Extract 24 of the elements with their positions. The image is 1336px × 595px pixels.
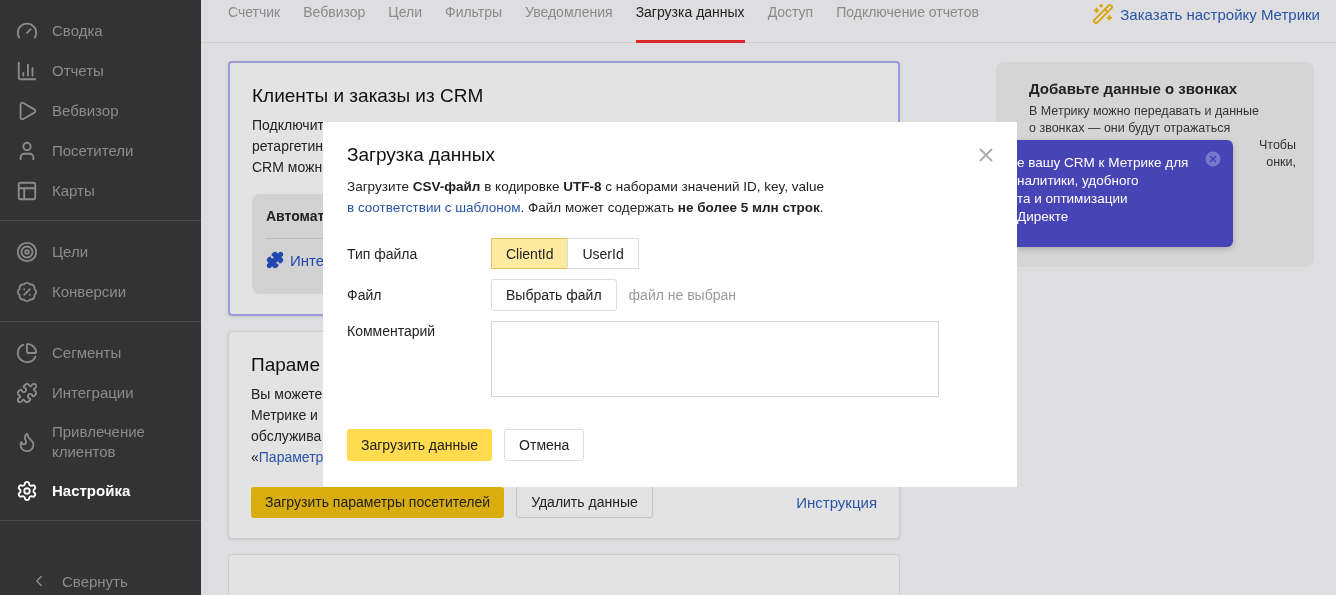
card-text: Чтобы [1259,137,1296,154]
dialog-title: Загрузка данных [347,144,495,166]
card-title: Параме [251,354,321,376]
card-title: Клиенты и заказы из CRM [252,85,485,107]
card-text: Подключит [252,116,324,135]
field-label: Файл [347,287,383,303]
card-text: обслужива [251,427,322,446]
dialog-description: Загрузите CSV-файл в кодировке UTF-8 с наборами значений ID, key, value в соответствии с шаблоном. Файл может содержать не более 5 млн строк. [347,178,826,217]
popover-text: Директе [1017,208,1069,226]
field-label: Комментарий [347,322,437,339]
card-text: Метрике и [251,406,318,425]
card-text: CRM можн [252,158,323,177]
popover-text: е вашу CRM к Метрике для [1017,154,1189,172]
card-text: В Метрику можно передавать и данные [1029,103,1260,120]
card-text: ретаргетин [252,137,324,156]
quote-mark: « [251,449,259,465]
card-text: о звонках — они будут отражаться [1029,120,1232,137]
popover-text: налитики, удобного [1017,172,1139,190]
popover-text: та и оптимизации [1017,190,1128,208]
card-title: Добавьте данные о звонках [1029,80,1239,97]
file-status: файл не выбран [628,287,736,303]
card-text: онки, [1266,154,1296,171]
field-label: Тип файла [347,245,419,262]
card-text: Вы можете [251,385,323,404]
